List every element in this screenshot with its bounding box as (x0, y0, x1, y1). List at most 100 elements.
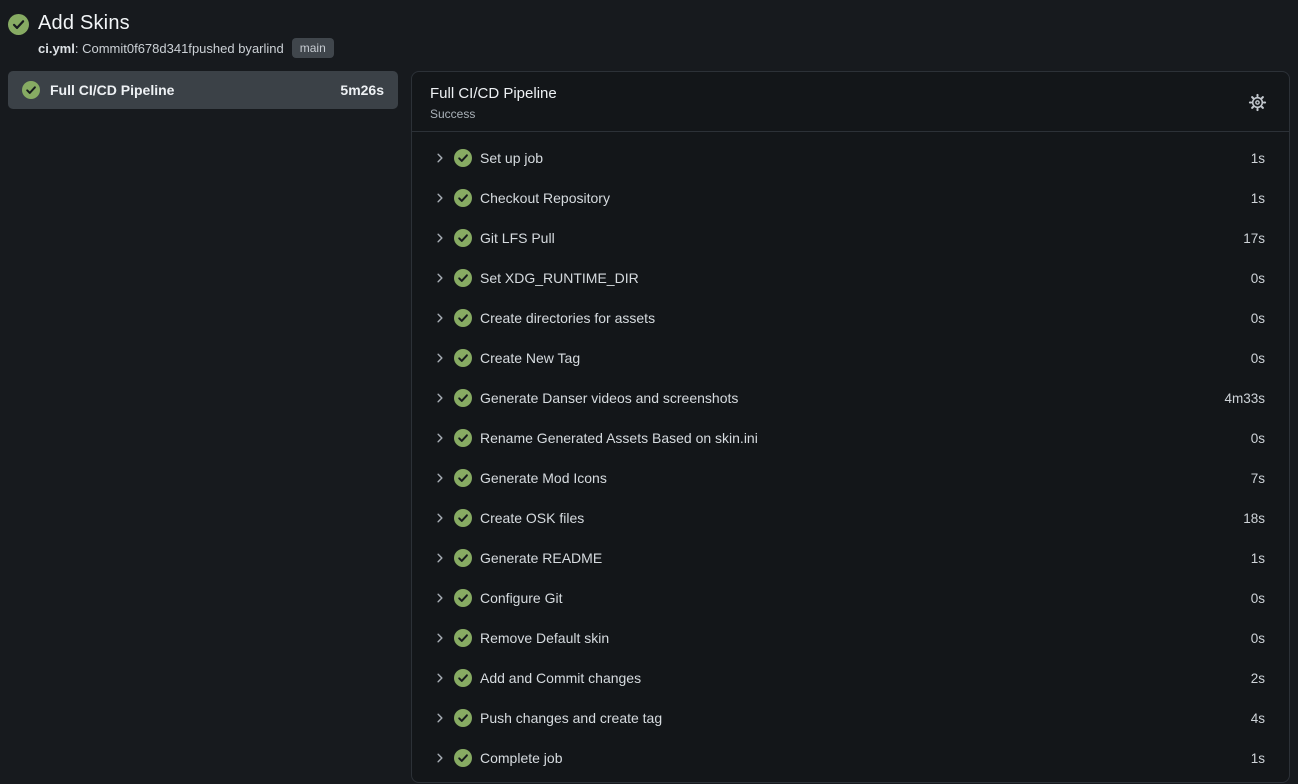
step-success-icon (454, 349, 472, 367)
step-success-icon (454, 469, 472, 487)
step-name: Git LFS Pull (480, 230, 555, 246)
steps-list: Set up job 1s Checko (412, 132, 1289, 782)
chevron-right-icon[interactable] (434, 152, 446, 164)
job-panel-header: Full CI/CD Pipeline Success (412, 72, 1289, 132)
step-name: Set XDG_RUNTIME_DIR (480, 270, 639, 286)
step-success-icon (454, 189, 472, 207)
branch-badge[interactable]: main (292, 38, 334, 58)
job-detail-panel: Full CI/CD Pipeline Success (411, 71, 1290, 783)
step-duration: 0s (1251, 311, 1265, 326)
step-success-icon (454, 549, 472, 567)
step-duration: 1s (1251, 551, 1265, 566)
job-status-label: Success (430, 107, 557, 121)
job-name: Full CI/CD Pipeline (50, 82, 174, 98)
step-success-icon (454, 149, 472, 167)
step-row[interactable]: Checkout Repository 1s (412, 178, 1289, 218)
job-success-icon (22, 81, 40, 99)
step-success-icon (454, 509, 472, 527)
step-duration: 4m33s (1224, 391, 1265, 406)
step-success-icon (454, 429, 472, 447)
chevron-right-icon[interactable] (434, 352, 446, 364)
step-name: Generate README (480, 550, 602, 566)
chevron-right-icon[interactable] (434, 712, 446, 724)
step-success-icon (454, 269, 472, 287)
job-panel-titles: Full CI/CD Pipeline Success (430, 84, 557, 121)
step-name: Add and Commit changes (480, 670, 641, 686)
run-success-icon (8, 14, 29, 35)
step-duration: 1s (1251, 151, 1265, 166)
run-subtitle: ci.yml: Commit 0f678d341f pushed by arli… (38, 38, 334, 58)
step-duration: 0s (1251, 271, 1265, 286)
subtitle-text: pushed by (192, 41, 252, 56)
chevron-right-icon[interactable] (434, 672, 446, 684)
subtitle-text: : Commit (75, 41, 127, 56)
step-duration: 0s (1251, 631, 1265, 646)
job-detail-column: Full CI/CD Pipeline Success (411, 71, 1290, 783)
jobs-sidebar: Full CI/CD Pipeline 5m26s (8, 71, 398, 109)
step-duration: 0s (1251, 431, 1265, 446)
step-row[interactable]: Push changes and create tag 4s (412, 698, 1289, 738)
author-link[interactable]: arlind (252, 41, 284, 56)
chevron-right-icon[interactable] (434, 752, 446, 764)
step-duration: 7s (1251, 471, 1265, 486)
job-duration: 5m26s (340, 82, 384, 98)
step-name: Generate Danser videos and screenshots (480, 390, 738, 406)
step-duration: 0s (1251, 591, 1265, 606)
step-row[interactable]: Rename Generated Assets Based on skin.in… (412, 418, 1289, 458)
step-name: Set up job (480, 150, 543, 166)
step-row[interactable]: Set XDG_RUNTIME_DIR 0s (412, 258, 1289, 298)
job-list-item[interactable]: Full CI/CD Pipeline 5m26s (8, 71, 398, 109)
step-name: Generate Mod Icons (480, 470, 607, 486)
step-success-icon (454, 749, 472, 767)
step-name: Remove Default skin (480, 630, 609, 646)
chevron-right-icon[interactable] (434, 552, 446, 564)
step-duration: 2s (1251, 671, 1265, 686)
chevron-right-icon[interactable] (434, 592, 446, 604)
step-row[interactable]: Complete job 1s (412, 738, 1289, 778)
chevron-right-icon[interactable] (434, 232, 446, 244)
chevron-right-icon[interactable] (434, 472, 446, 484)
chevron-right-icon[interactable] (434, 312, 446, 324)
commit-sha-link[interactable]: 0f678d341f (127, 41, 192, 56)
step-row[interactable]: Create OSK files 18s (412, 498, 1289, 538)
chevron-right-icon[interactable] (434, 632, 446, 644)
step-name: Push changes and create tag (480, 710, 662, 726)
step-row[interactable]: Set up job 1s (412, 138, 1289, 178)
step-duration: 4s (1251, 711, 1265, 726)
run-header-text: Add Skins ci.yml: Commit 0f678d341f push… (38, 10, 334, 58)
step-row[interactable]: Create New Tag 0s (412, 338, 1289, 378)
workflow-file: ci.yml (38, 41, 75, 56)
step-success-icon (454, 629, 472, 647)
chevron-right-icon[interactable] (434, 272, 446, 284)
step-row[interactable]: Generate Danser videos and screenshots 4… (412, 378, 1289, 418)
chevron-right-icon[interactable] (434, 512, 446, 524)
step-row[interactable]: Remove Default skin 0s (412, 618, 1289, 658)
step-success-icon (454, 589, 472, 607)
step-name: Configure Git (480, 590, 562, 606)
step-duration: 0s (1251, 351, 1265, 366)
step-name: Complete job (480, 750, 563, 766)
step-success-icon (454, 669, 472, 687)
step-duration: 17s (1243, 231, 1265, 246)
run-title: Add Skins (38, 10, 334, 36)
step-duration: 1s (1251, 751, 1265, 766)
step-name: Checkout Repository (480, 190, 610, 206)
chevron-right-icon[interactable] (434, 432, 446, 444)
job-panel-title: Full CI/CD Pipeline (430, 84, 557, 104)
workflow-run-page: Add Skins ci.yml: Commit 0f678d341f push… (0, 0, 1298, 783)
step-success-icon (454, 389, 472, 407)
step-row[interactable]: Git LFS Pull 17s (412, 218, 1289, 258)
step-row[interactable]: Create directories for assets 0s (412, 298, 1289, 338)
step-row[interactable]: Generate README 1s (412, 538, 1289, 578)
step-row[interactable]: Generate Mod Icons 7s (412, 458, 1289, 498)
step-name: Rename Generated Assets Based on skin.in… (480, 430, 758, 446)
gear-icon (1248, 93, 1267, 112)
step-name: Create directories for assets (480, 310, 655, 326)
step-row[interactable]: Configure Git 0s (412, 578, 1289, 618)
step-row[interactable]: Add and Commit changes 2s (412, 658, 1289, 698)
step-duration: 1s (1251, 191, 1265, 206)
chevron-right-icon[interactable] (434, 392, 446, 404)
job-settings-button[interactable] (1244, 89, 1271, 116)
step-success-icon (454, 309, 472, 327)
chevron-right-icon[interactable] (434, 192, 446, 204)
